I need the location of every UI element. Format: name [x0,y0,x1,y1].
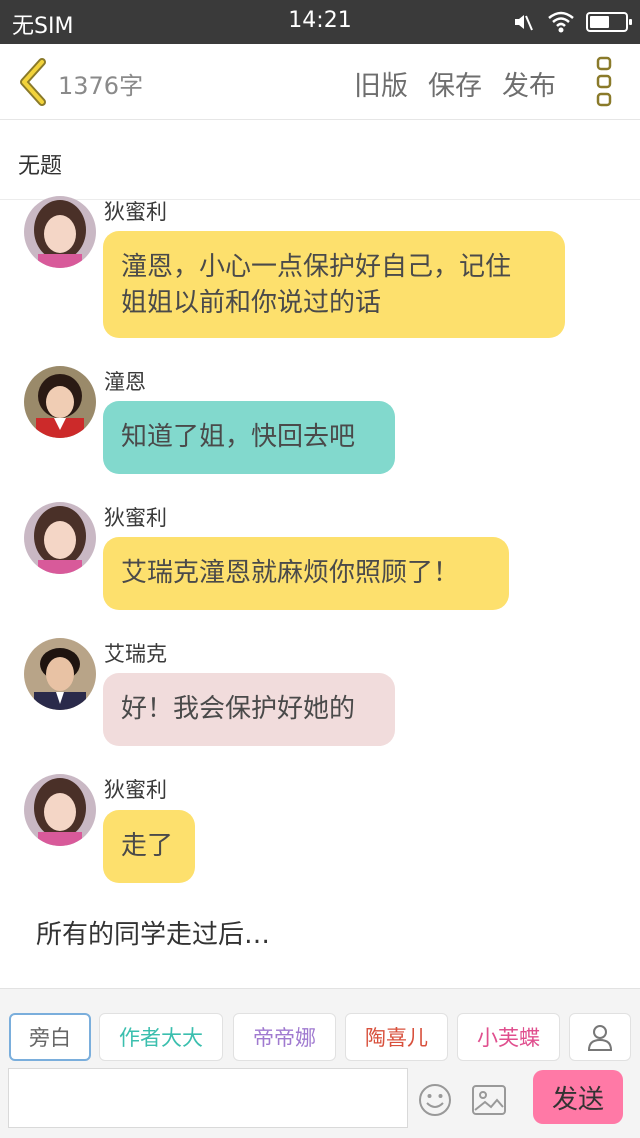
save-button[interactable]: 保存 [428,64,482,103]
avatar[interactable] [24,638,96,710]
status-bar: 无SIM 14:21 [0,0,640,44]
avatar[interactable] [24,502,96,574]
speaker-name: 狄蜜利 [104,778,167,802]
mute-icon [515,15,533,31]
send-button-label: 发送 [551,1084,604,1115]
editor-header: 1376字 旧版 保存 发布 [0,44,640,120]
chevron-left-icon[interactable] [16,58,50,106]
document-title-row[interactable]: 无题 [0,120,640,200]
character-chip-label: 陶喜儿 [365,1026,428,1050]
speaker-name: 潼恩 [104,370,146,394]
message-bubble[interactable]: 潼恩，小心一点保护好自己，记住 姐姐以前和你说过的话 [103,231,565,338]
message-text-line: 姐姐以前和你说过的话 [121,288,382,318]
character-chip-taoxier[interactable]: 陶喜儿 [345,1013,448,1061]
message-text-line: 好！我会保护好她的 [121,694,356,724]
vertical-dots-icon[interactable] [596,56,612,108]
avatar[interactable] [24,196,96,268]
old-version-button[interactable]: 旧版 [354,64,408,103]
composer-bar: 旁白 作者大大 帝帝娜 陶喜儿 小芙蝶 发送 [0,988,640,1138]
character-chip-label: 作者大大 [119,1026,203,1050]
message-input[interactable] [8,1068,408,1128]
message-text-line: 潼恩，小心一点保护好自己，记住 [121,252,512,282]
message-text-line: 走了 [121,831,174,861]
narration-text[interactable]: 所有的同学走过后… [36,914,270,951]
battery-icon [586,12,632,32]
document-title[interactable]: 无题 [18,148,62,180]
character-chip-didina[interactable]: 帝帝娜 [233,1013,336,1061]
speaker-name: 狄蜜利 [104,506,167,530]
smiley-icon[interactable] [418,1083,452,1117]
add-character-button[interactable] [569,1013,631,1061]
message-bubble[interactable]: 知道了姐，快回去吧 [103,401,395,474]
message-bubble[interactable]: 走了 [103,810,195,883]
avatar[interactable] [24,366,96,438]
message-text-line: 艾瑞克潼恩就麻烦你照顾了！ [121,558,460,588]
message-bubble[interactable]: 艾瑞克潼恩就麻烦你照顾了！ [103,537,509,610]
speaker-name: 狄蜜利 [104,200,167,224]
message-bubble[interactable]: 好！我会保护好她的 [103,673,395,746]
word-count: 1376字 [58,72,144,100]
character-chip-label: 小芙蝶 [477,1026,540,1050]
character-chip-author[interactable]: 作者大大 [99,1013,223,1061]
send-button[interactable]: 发送 [533,1070,623,1124]
character-chip-narrator[interactable]: 旁白 [9,1013,91,1061]
avatar[interactable] [24,774,96,846]
character-chip-label: 旁白 [29,1026,71,1050]
publish-button[interactable]: 发布 [502,64,556,103]
message-text-line: 知道了姐，快回去吧 [121,422,356,452]
wifi-icon [548,11,574,33]
image-icon[interactable] [472,1085,506,1115]
character-chip-xiaofudie[interactable]: 小芙蝶 [457,1013,560,1061]
speaker-name: 艾瑞克 [104,642,167,666]
character-chip-label: 帝帝娜 [253,1026,316,1050]
person-icon [587,1025,613,1051]
